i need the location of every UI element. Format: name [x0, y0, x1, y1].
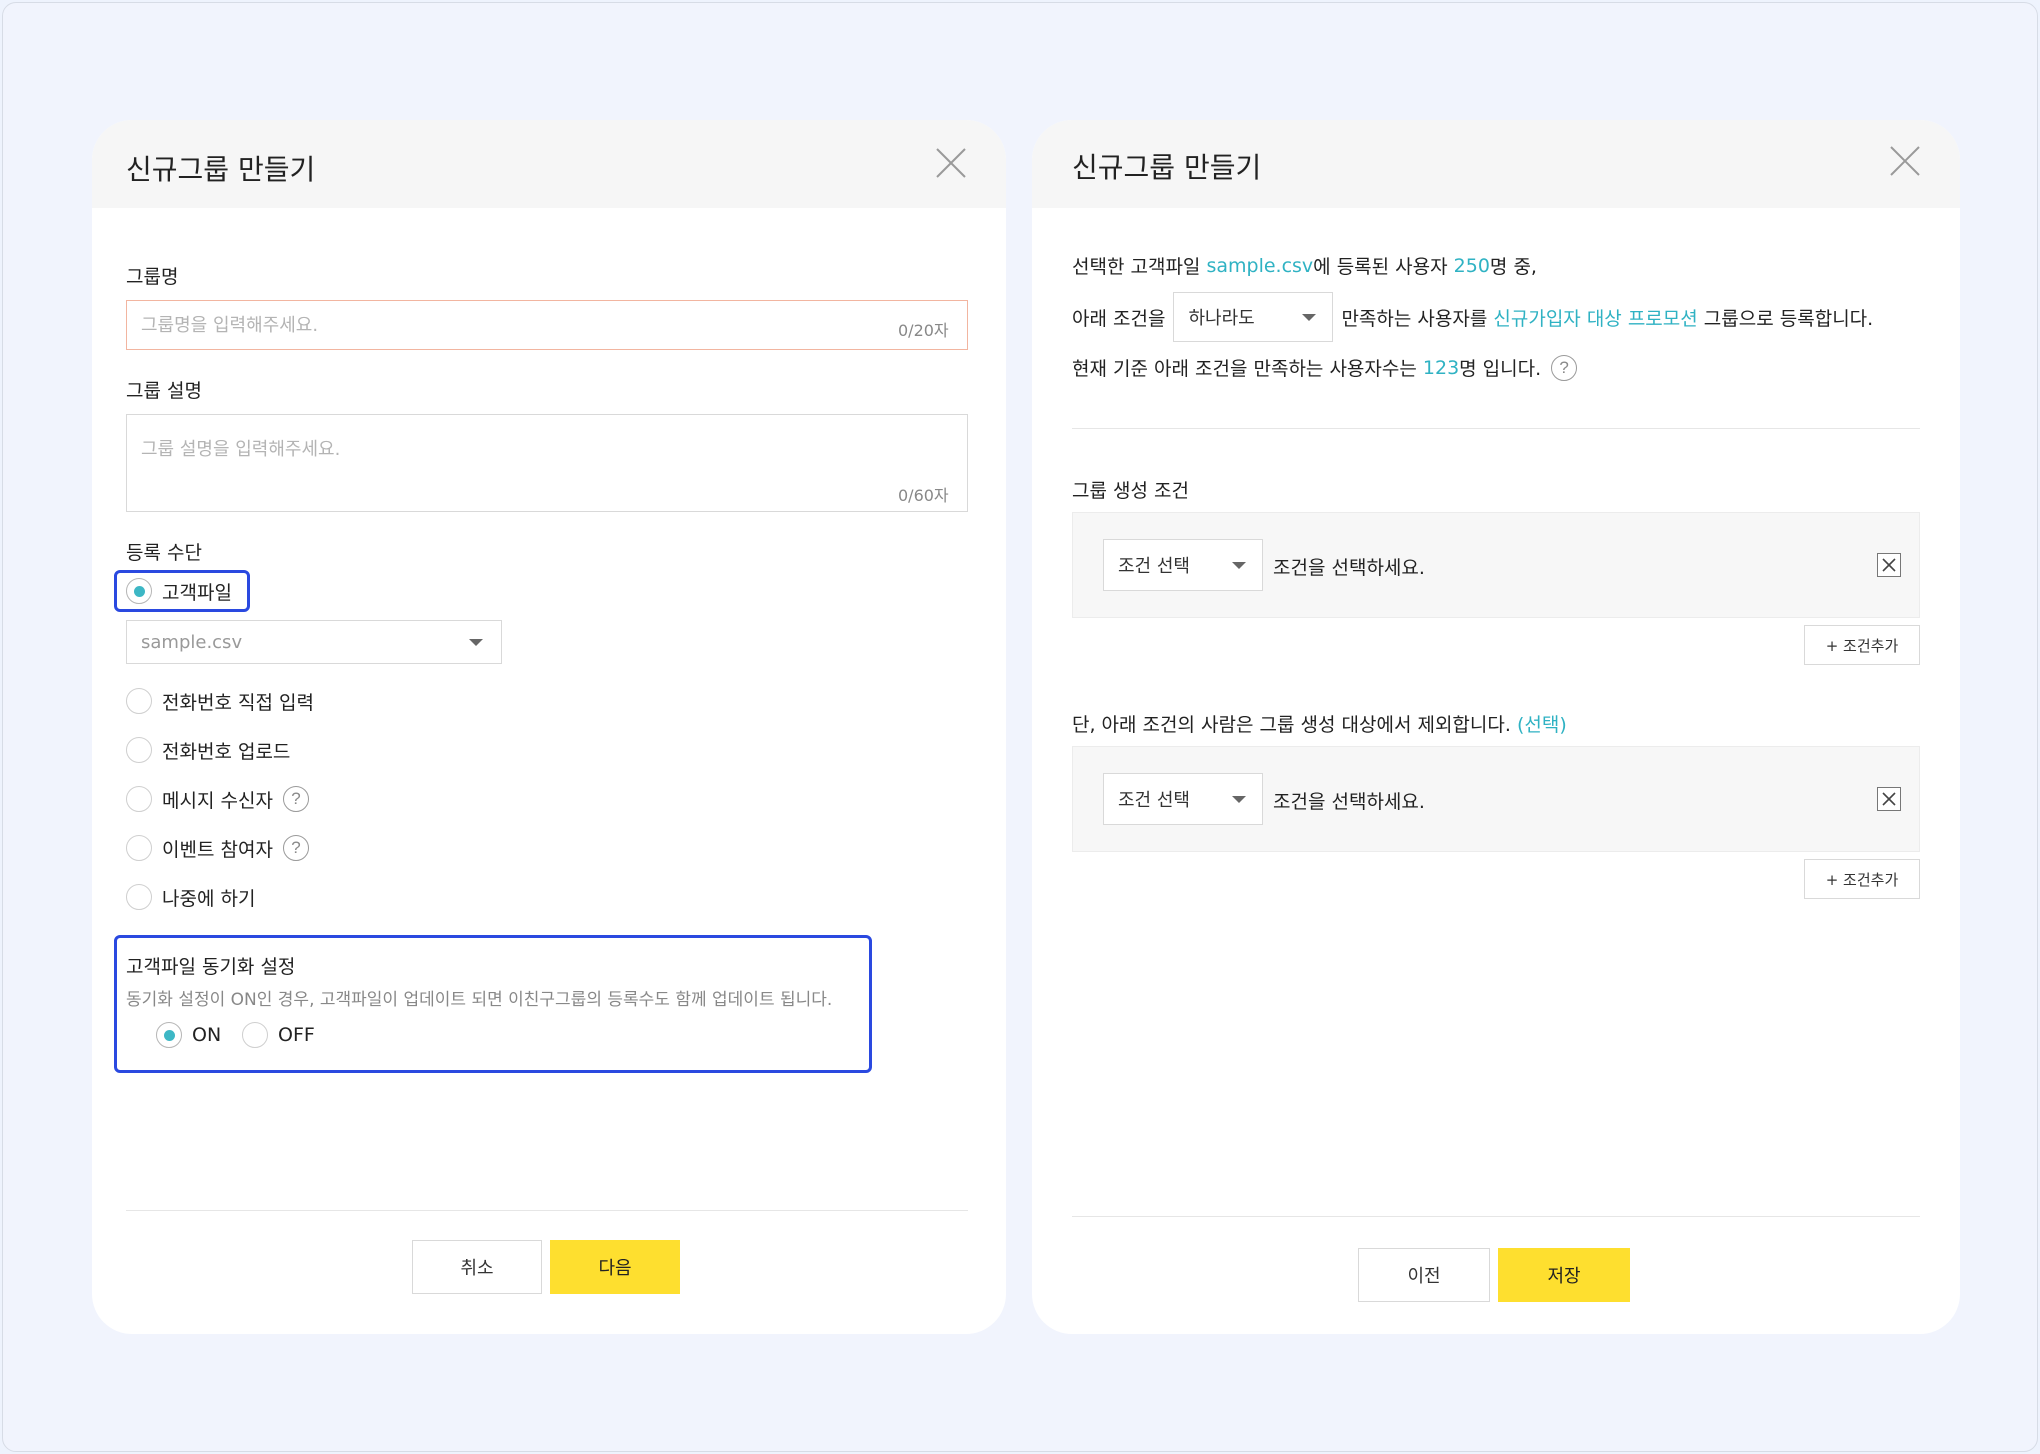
close-icon [1882, 792, 1896, 806]
summary-text: 명 중, [1489, 256, 1537, 278]
condition-hint: 조건을 선택하세요. [1273, 791, 1425, 813]
summary-text: 만족하는 사용자를 [1341, 307, 1494, 330]
modal-title: 신규그룹 만들기 [126, 153, 316, 186]
group-name-counter: 0/20자 [898, 321, 949, 340]
group-name-label: 그룹명 [126, 266, 179, 288]
radio-button[interactable] [156, 1022, 182, 1048]
matching-user-count: 123 [1422, 356, 1460, 379]
create-group-modal-step1: 신규그룹 만들기 그룹명 0/20자 그룹 설명 0/60자 등록 수단 고객파… [92, 120, 1006, 1334]
condition-hint: 조건을 선택하세요. [1273, 557, 1425, 579]
modal-header: 신규그룹 만들기 [92, 120, 1006, 208]
radio-label: 고객파일 [162, 581, 232, 604]
sync-settings-title: 고객파일 동기화 설정 [126, 956, 296, 978]
summary-text: 현재 기준 아래 조건을 만족하는 사용자수는 [1072, 358, 1423, 380]
radio-button[interactable] [126, 786, 152, 812]
user-count: 250 [1453, 254, 1490, 277]
group-condition-label: 그룹 생성 조건 [1072, 480, 1189, 502]
radio-customer-file[interactable]: 고객파일 [126, 576, 232, 606]
exclude-condition-row: 조건 선택 조건을 선택하세요. [1072, 746, 1920, 852]
summary-text: 명 입니다. [1459, 358, 1542, 380]
radio-sync-on[interactable]: ON [156, 1020, 221, 1050]
radio-phone-upload[interactable]: 전화번호 업로드 [126, 735, 290, 765]
radio-label: 메시지 수신자 [162, 789, 273, 812]
radio-message-recipient[interactable]: 메시지 수신자 ? [126, 784, 309, 814]
select-value: 조건 선택 [1118, 556, 1190, 577]
group-condition-row: 조건 선택 조건을 선택하세요. [1072, 512, 1920, 618]
radio-button[interactable] [126, 835, 152, 861]
summary-line-file: 선택한 고객파일 sample.csv 에 등록된 사용자 250 명 중, [1072, 252, 1537, 279]
chevron-down-icon [1302, 314, 1317, 321]
registration-method-label: 등록 수단 [126, 542, 202, 564]
chevron-down-icon [1232, 796, 1246, 803]
close-icon [1882, 558, 1896, 572]
summary-text: 아래 조건을 [1072, 307, 1166, 330]
summary-line-condition: 아래 조건을 하나라도 만족하는 사용자를 신규가입자 대상 프로모션 그룹으로… [1072, 292, 1873, 342]
chevron-down-icon [469, 639, 483, 646]
select-value: 조건 선택 [1118, 790, 1190, 811]
radio-label: OFF [278, 1024, 315, 1046]
match-mode-select[interactable]: 하나라도 [1173, 292, 1334, 342]
remove-condition-button[interactable] [1877, 787, 1901, 811]
radio-label: 이벤트 참여자 [162, 838, 273, 861]
remove-condition-button[interactable] [1877, 553, 1901, 577]
exclude-label-text: 단, 아래 조건의 사람은 그룹 생성 대상에서 제외합니다. [1072, 714, 1517, 736]
footer-divider [1072, 1216, 1920, 1217]
previous-button[interactable]: 이전 [1358, 1248, 1490, 1302]
save-button[interactable]: 저장 [1498, 1248, 1630, 1302]
help-icon[interactable]: ? [282, 786, 309, 812]
close-icon[interactable] [1888, 144, 1922, 178]
group-desc-counter: 0/60자 [898, 486, 949, 505]
summary-text: 선택한 고객파일 [1072, 256, 1207, 278]
chevron-down-icon [1232, 562, 1246, 569]
summary-line-count: 현재 기준 아래 조건을 만족하는 사용자수는 123 명 입니다. ? [1072, 354, 1578, 381]
modal-title: 신규그룹 만들기 [1072, 151, 1262, 184]
group-desc-label: 그룹 설명 [126, 380, 202, 402]
footer-divider [126, 1210, 968, 1211]
next-button[interactable]: 다음 [550, 1240, 680, 1294]
file-name-link: sample.csv [1206, 254, 1314, 277]
radio-button[interactable] [126, 688, 152, 714]
radio-phone-direct-input[interactable]: 전화번호 직접 입력 [126, 686, 314, 716]
add-condition-button[interactable]: + 조건추가 [1804, 859, 1920, 899]
summary-text: 에 등록된 사용자 [1313, 256, 1454, 278]
summary-text: 그룹으로 등록합니다. [1697, 307, 1874, 330]
radio-do-later[interactable]: 나중에 하기 [126, 882, 255, 912]
radio-button[interactable] [126, 884, 152, 910]
select-value: sample.csv [141, 631, 243, 653]
customer-file-select[interactable]: sample.csv [126, 620, 502, 664]
condition-select[interactable]: 조건 선택 [1103, 773, 1263, 825]
select-value: 하나라도 [1188, 308, 1255, 329]
radio-event-participant[interactable]: 이벤트 참여자 ? [126, 833, 309, 863]
condition-select[interactable]: 조건 선택 [1103, 539, 1263, 591]
radio-button[interactable] [126, 737, 152, 763]
radio-button[interactable] [242, 1022, 268, 1048]
section-divider [1072, 428, 1920, 429]
optional-marker: (선택) [1516, 714, 1567, 736]
sync-settings-description: 동기화 설정이 ON인 경우, 고객파일이 업데이트 되면 이친구그룹의 등록수… [126, 990, 833, 1010]
radio-sync-off[interactable]: OFF [242, 1020, 315, 1050]
radio-label: 전화번호 직접 입력 [162, 691, 314, 714]
create-group-modal-step2: 신규그룹 만들기 선택한 고객파일 sample.csv 에 등록된 사용자 2… [1032, 120, 1960, 1334]
group-name-link: 신규가입자 대상 프로모션 [1493, 307, 1698, 330]
close-icon[interactable] [934, 146, 968, 180]
exclude-condition-label: 단, 아래 조건의 사람은 그룹 생성 대상에서 제외합니다. (선택) [1072, 710, 1567, 737]
help-icon[interactable]: ? [1551, 354, 1578, 381]
radio-label: 전화번호 업로드 [162, 740, 291, 763]
cancel-button[interactable]: 취소 [412, 1240, 542, 1294]
modal-header: 신규그룹 만들기 [1032, 120, 1960, 208]
radio-button[interactable] [126, 578, 152, 604]
radio-label: ON [192, 1024, 222, 1046]
help-icon[interactable]: ? [282, 835, 309, 861]
radio-label: 나중에 하기 [162, 887, 256, 910]
group-name-input[interactable] [126, 300, 968, 350]
group-desc-input[interactable] [126, 414, 968, 512]
add-condition-button[interactable]: + 조건추가 [1804, 625, 1920, 665]
